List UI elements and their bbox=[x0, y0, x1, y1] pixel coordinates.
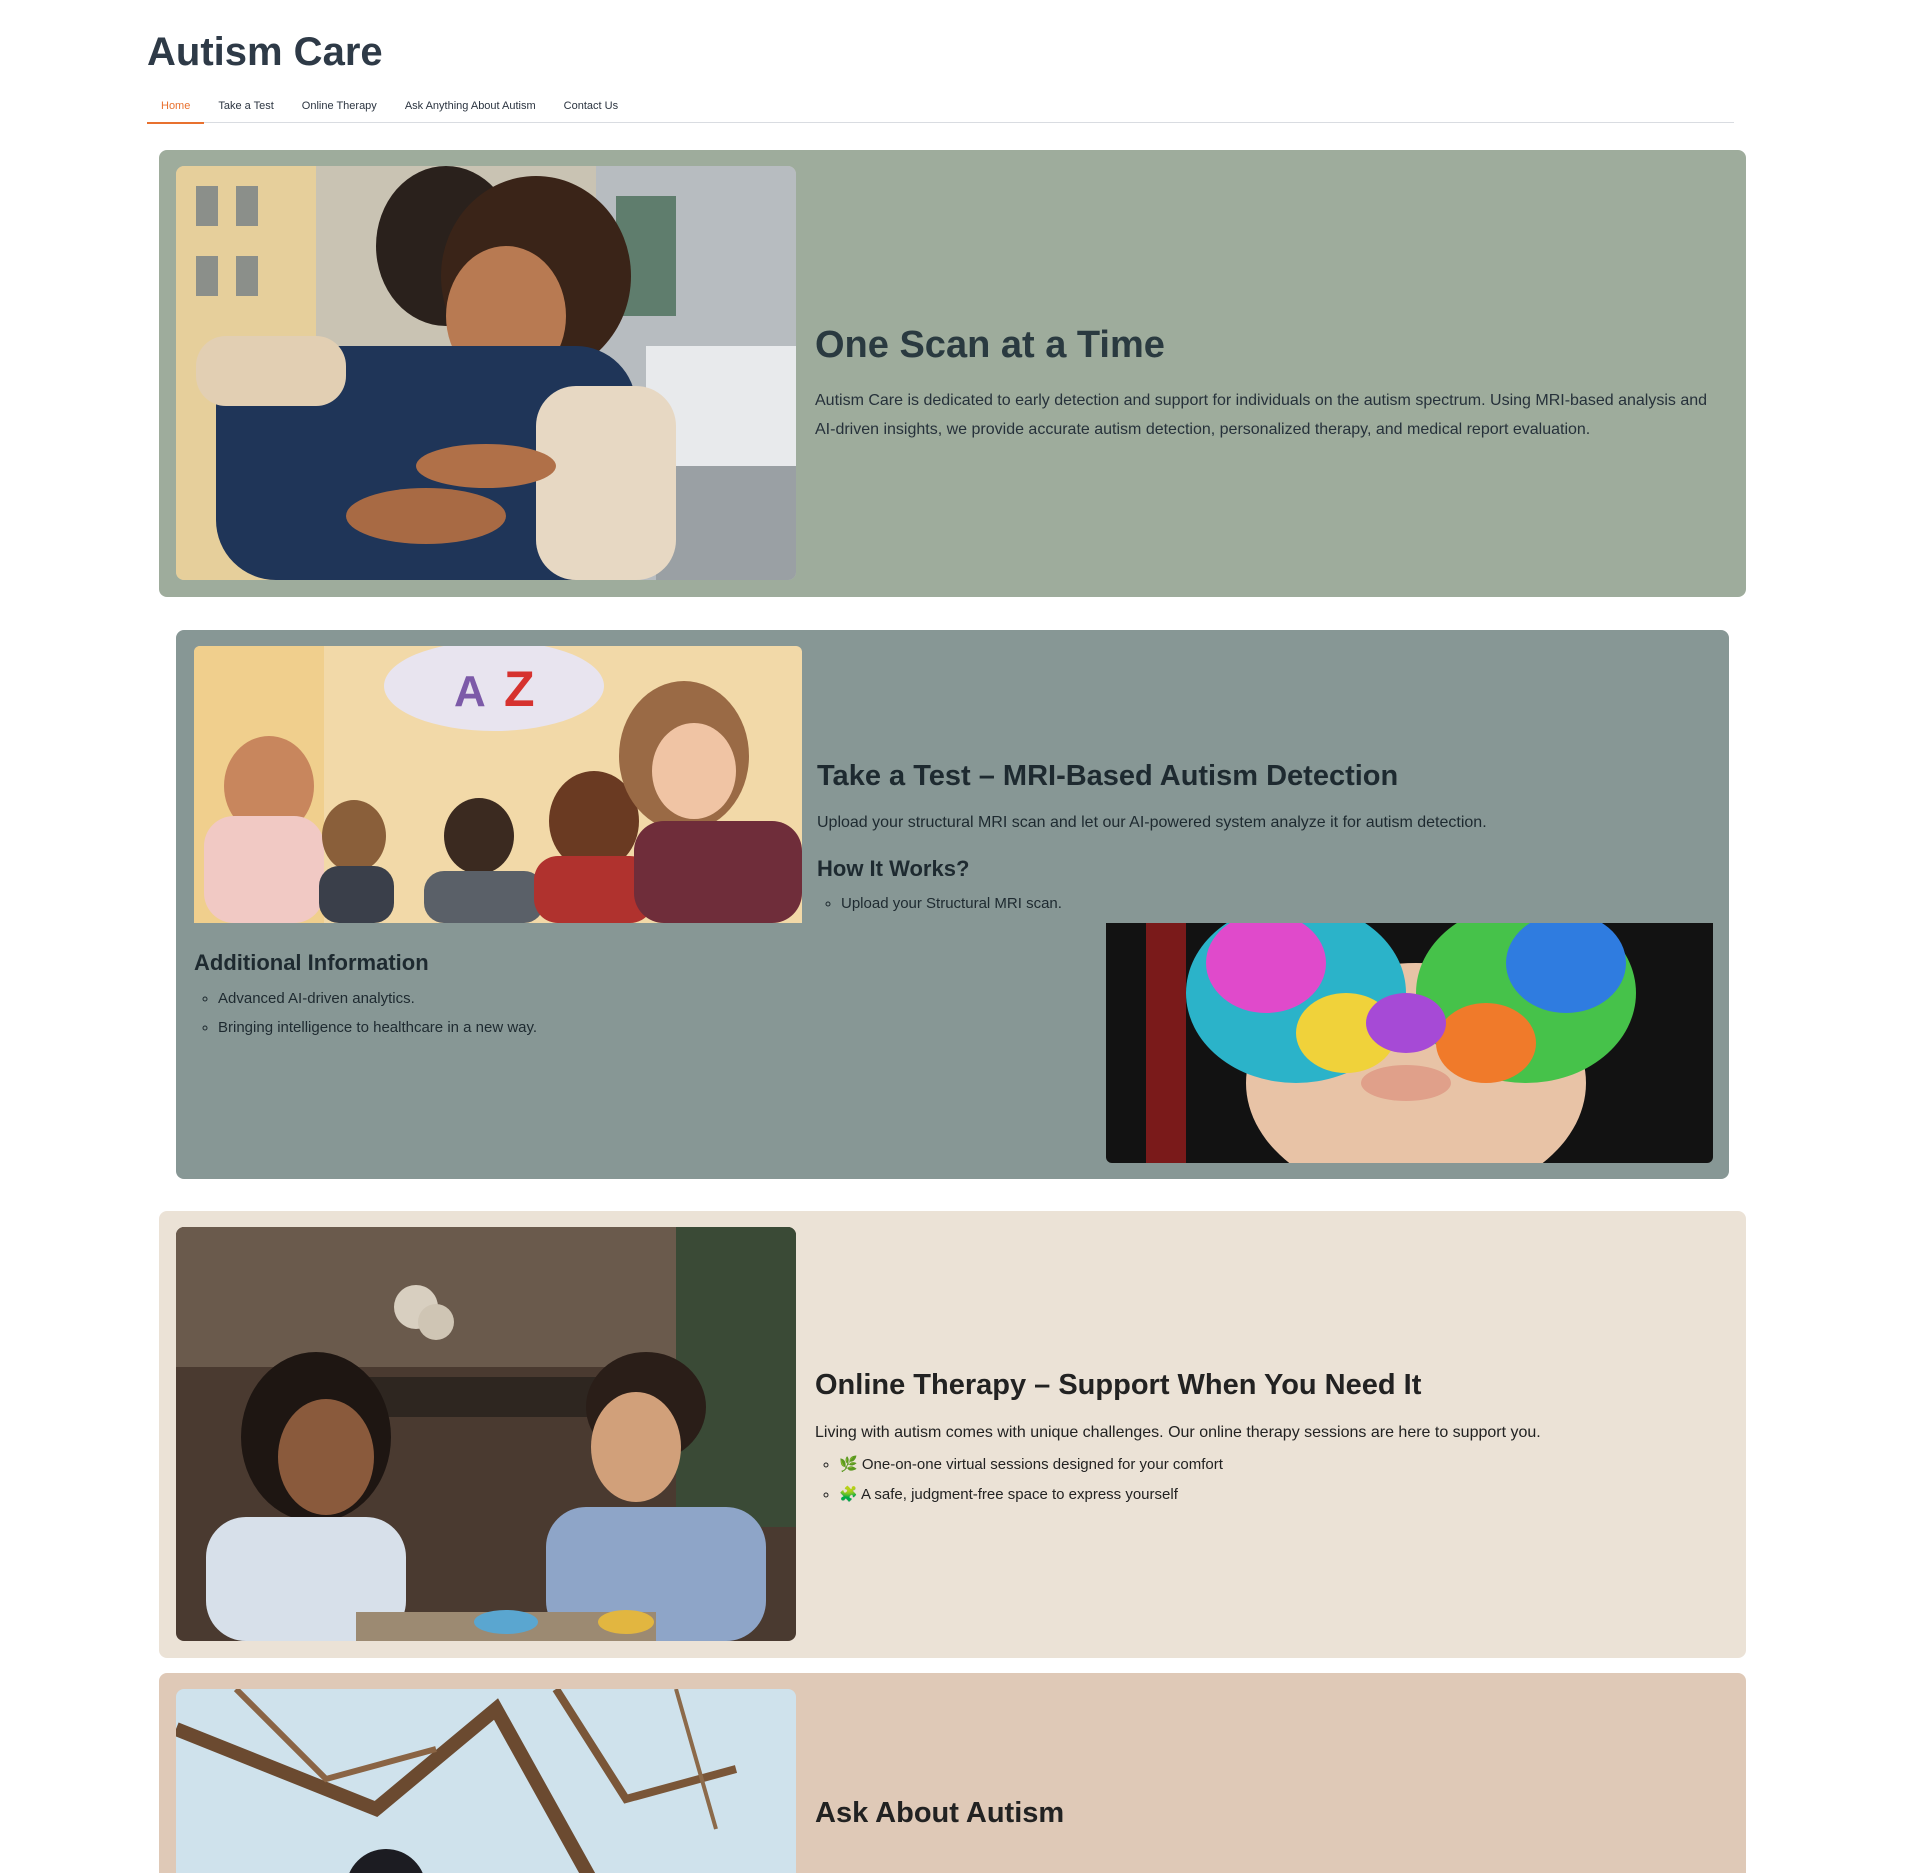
additional-info-title: Additional Information bbox=[194, 950, 429, 975]
hero-card: One Scan at a Time Autism Care is dedica… bbox=[159, 150, 1746, 597]
painted-hands-image bbox=[1106, 923, 1713, 1163]
online-therapy-card: Online Therapy – Support When You Need I… bbox=[159, 1211, 1746, 1658]
tab-ask-anything[interactable]: Ask Anything About Autism bbox=[391, 96, 550, 122]
app-title: Autism Care bbox=[147, 30, 383, 74]
hero-description: Autism Care is dedicated to early detect… bbox=[815, 392, 1708, 438]
how-it-works-title: How It Works? bbox=[817, 856, 970, 881]
take-test-card: A Z Take a Test – MRI-Based Autism Detec… bbox=[176, 630, 1729, 1179]
tab-contact-us[interactable]: Contact Us bbox=[550, 96, 632, 122]
top-tabs: Home Take a Test Online Therapy Ask Anyt… bbox=[147, 96, 1734, 124]
test-description: Upload your structural MRI scan and let … bbox=[817, 814, 1487, 831]
ask-title: Ask About Autism bbox=[815, 1797, 1065, 1829]
therapy-list: 🌿 One-on-one virtual sessions designed f… bbox=[815, 1455, 1223, 1515]
list-item: 🌿 One-on-one virtual sessions designed f… bbox=[839, 1455, 1223, 1473]
tab-online-therapy[interactable]: Online Therapy bbox=[288, 96, 391, 122]
hero-title: One Scan at a Time bbox=[815, 324, 1165, 366]
how-it-works-list: Upload your Structural MRI scan. bbox=[817, 895, 1062, 924]
therapy-description: Living with autism comes with unique cha… bbox=[815, 1424, 1541, 1441]
therapy-title: Online Therapy – Support When You Need I… bbox=[815, 1369, 1422, 1401]
test-title: Take a Test – MRI-Based Autism Detection bbox=[817, 760, 1399, 792]
leaf-icon: 🌿 bbox=[839, 1456, 858, 1473]
ask-about-autism-card: Ask About Autism bbox=[159, 1673, 1746, 1873]
list-item: Bringing intelligence to healthcare in a… bbox=[218, 1019, 537, 1036]
hero-hug-image bbox=[176, 166, 796, 580]
list-item: Upload your Structural MRI scan. bbox=[841, 895, 1062, 912]
tree-branches-image bbox=[176, 1689, 796, 1873]
tab-home[interactable]: Home bbox=[147, 96, 205, 124]
additional-info-list: Advanced AI-driven analytics. Bringing i… bbox=[194, 990, 537, 1048]
list-item: 🧩 A safe, judgment-free space to express… bbox=[839, 1485, 1223, 1503]
puzzle-icon: 🧩 bbox=[839, 1486, 858, 1503]
list-item: Advanced AI-driven analytics. bbox=[218, 990, 537, 1007]
svg-text:A: A bbox=[454, 667, 486, 716]
svg-text:Z: Z bbox=[504, 661, 535, 717]
tab-take-a-test[interactable]: Take a Test bbox=[204, 96, 287, 122]
classroom-kids-image: A Z bbox=[194, 646, 802, 923]
therapy-session-image bbox=[176, 1227, 796, 1641]
